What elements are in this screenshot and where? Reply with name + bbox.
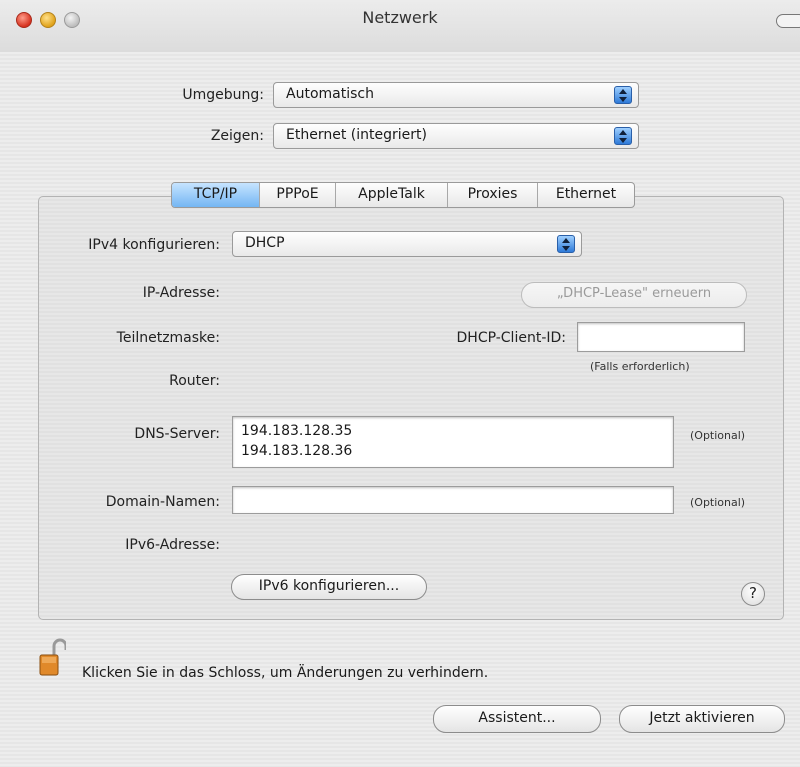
show-label: Zeigen: — [210, 128, 264, 144]
show-popup[interactable]: Ethernet (integriert) — [273, 123, 639, 149]
assistant-button[interactable]: Assistent... — [433, 705, 601, 733]
subnet-mask-label: Teilnetzmaske: — [116, 330, 220, 346]
ipv6-address-label: IPv6-Adresse: — [125, 537, 220, 553]
lock-icon[interactable] — [38, 637, 66, 677]
popup-arrows-icon — [557, 235, 575, 253]
location-value: Automatisch — [286, 86, 374, 102]
dns-server-label: DNS-Server: — [134, 426, 220, 442]
title-bar: Netzwerk — [0, 0, 800, 52]
tab-bar: TCP/IP PPPoE AppleTalk Proxies Ethernet — [171, 182, 635, 208]
popup-arrows-icon — [614, 127, 632, 145]
dhcp-client-id-hint: (Falls erforderlich) — [590, 360, 690, 373]
domain-names-field[interactable] — [232, 486, 674, 514]
dns-optional-hint: (Optional) — [690, 429, 746, 442]
popup-arrows-icon — [614, 86, 632, 104]
configure-ipv6-button[interactable]: IPv6 konfigurieren... — [231, 574, 427, 600]
tab-tcpip[interactable]: TCP/IP — [172, 183, 260, 207]
show-value: Ethernet (integriert) — [286, 127, 427, 143]
tab-appletalk[interactable]: AppleTalk — [336, 183, 448, 207]
network-window: Netzwerk Umgebung: Automatisch Zeigen: E… — [0, 0, 800, 767]
apply-now-button[interactable]: Jetzt aktivieren — [619, 705, 785, 733]
domain-names-label: Domain-Namen: — [105, 494, 220, 510]
tab-ethernet[interactable]: Ethernet — [538, 183, 634, 207]
window-title: Netzwerk — [362, 8, 438, 27]
dhcp-client-id-label: DHCP-Client-ID: — [456, 330, 566, 346]
dns-server-field[interactable]: 194.183.128.35 194.183.128.36 — [232, 416, 674, 468]
lock-message: Klicken Sie in das Schloss, um Änderunge… — [82, 665, 489, 681]
tab-content-panel — [38, 196, 784, 620]
dns-server-entry: 194.183.128.35 — [241, 423, 353, 439]
dhcp-client-id-field[interactable] — [577, 322, 745, 352]
location-popup[interactable]: Automatisch — [273, 82, 639, 108]
tab-pppoe[interactable]: PPPoE — [260, 183, 336, 207]
ipv4-value: DHCP — [245, 235, 285, 251]
location-label: Umgebung: — [182, 87, 264, 103]
tab-proxies[interactable]: Proxies — [448, 183, 538, 207]
dns-server-entry: 194.183.128.36 — [241, 443, 353, 459]
ipv4-label: IPv4 konfigurieren: — [88, 237, 220, 253]
router-label: Router: — [169, 373, 220, 389]
renew-dhcp-lease-button[interactable]: „DHCP-Lease" erneuern — [521, 282, 747, 308]
ip-address-label: IP-Adresse: — [142, 285, 220, 301]
toolbar-toggle-icon[interactable] — [776, 14, 800, 28]
domain-optional-hint: (Optional) — [690, 496, 746, 509]
ipv4-popup[interactable]: DHCP — [232, 231, 582, 257]
help-button[interactable]: ? — [741, 582, 765, 606]
